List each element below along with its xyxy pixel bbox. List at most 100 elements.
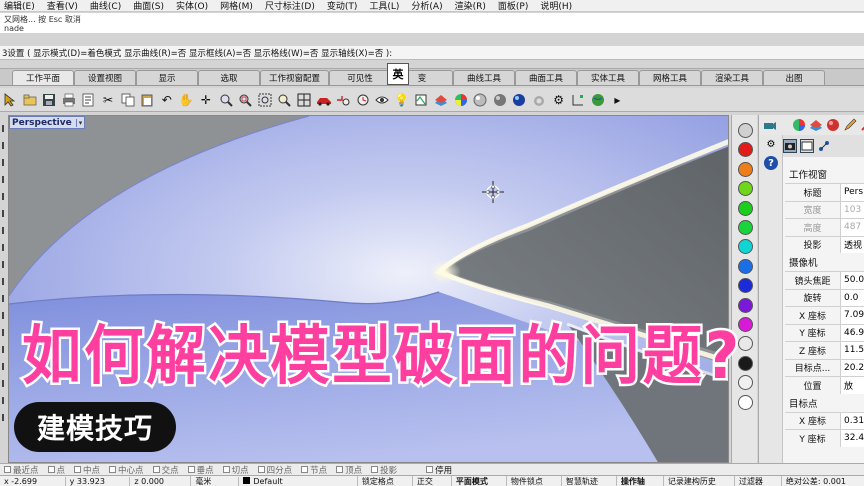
checkbox-icon[interactable]	[222, 466, 230, 473]
zoom-icon[interactable]	[217, 91, 235, 109]
osnap-option[interactable]: 中心点	[109, 464, 144, 475]
menu-item[interactable]: 编辑(E)	[4, 0, 35, 11]
menu-item[interactable]: 说明(H)	[540, 0, 572, 11]
help-icon[interactable]: ?	[764, 156, 778, 170]
zoom-extents-icon[interactable]	[256, 91, 274, 109]
dimension-icon[interactable]	[569, 91, 587, 109]
osnap-option[interactable]: 节点	[301, 464, 327, 475]
filter-toggle[interactable]: 过滤器	[733, 476, 767, 486]
rotate-view-icon[interactable]: ✛	[197, 91, 215, 109]
color-swatch[interactable]	[738, 181, 753, 197]
color-swatch[interactable]	[738, 142, 753, 158]
menu-item[interactable]: 查看(V)	[47, 0, 78, 11]
globe-icon[interactable]	[589, 91, 607, 109]
car-render-icon[interactable]	[315, 91, 333, 109]
osnap-option[interactable]: 交点	[152, 464, 179, 475]
color-swatch[interactable]	[738, 220, 753, 235]
menu-item[interactable]: 尺寸标注(D)	[265, 0, 315, 11]
menu-item[interactable]: 面板(P)	[498, 0, 528, 11]
checkbox-icon[interactable]	[426, 466, 434, 473]
property-value[interactable]: 32.4	[841, 430, 864, 447]
color-swatch[interactable]	[738, 278, 753, 294]
current-layer[interactable]: Default	[238, 476, 342, 486]
settings-gear-icon[interactable]: ⚙	[550, 91, 568, 109]
paste-icon[interactable]	[138, 91, 156, 109]
tab-0[interactable]: 工作平面	[12, 70, 74, 85]
checkbox-icon[interactable]	[257, 466, 265, 473]
menu-item[interactable]: 渲染(R)	[455, 0, 486, 11]
zoom-selected-icon[interactable]	[275, 91, 293, 109]
pencil-tab-icon[interactable]	[843, 118, 857, 132]
menu-item[interactable]: 网格(M)	[220, 0, 253, 11]
menu-item[interactable]: 变动(T)	[327, 0, 358, 11]
color-swatch[interactable]	[738, 123, 753, 138]
wireframe-icon[interactable]	[295, 91, 313, 109]
undo-icon[interactable]: ↶	[158, 91, 176, 109]
sphere-white-icon[interactable]	[471, 91, 489, 109]
osnap-toggle[interactable]: 物件锁点	[505, 476, 547, 486]
ortho-toggle[interactable]: 正交	[411, 476, 437, 486]
tab-9[interactable]: 实体工具	[577, 70, 640, 85]
checkbox-icon[interactable]	[152, 466, 160, 473]
property-value[interactable]: 20.2	[841, 359, 864, 376]
color-swatch[interactable]	[738, 161, 753, 177]
menu-item[interactable]: 实体(O)	[176, 0, 208, 11]
osnap-option[interactable]: 垂点	[187, 464, 214, 475]
tab-12[interactable]: 出图	[763, 70, 826, 85]
menu-item[interactable]: 工具(L)	[369, 0, 399, 11]
link-nodes-icon[interactable]	[817, 139, 831, 153]
property-value[interactable]: 46.9	[841, 324, 864, 341]
layer-icon[interactable]	[432, 91, 450, 109]
render-tab-icon[interactable]	[860, 118, 864, 132]
checkbox-icon[interactable]	[4, 466, 11, 473]
checkbox-icon[interactable]	[187, 466, 195, 473]
property-value[interactable]: 103	[841, 201, 864, 218]
lightbulb-icon[interactable]: 💡	[393, 91, 411, 109]
cut-icon[interactable]: ✂	[99, 91, 117, 109]
osnap-option[interactable]: 点	[47, 464, 65, 475]
tab-11[interactable]: 渲染工具	[701, 70, 764, 85]
sphere-blue-icon[interactable]	[510, 91, 528, 109]
copy-icon[interactable]	[119, 91, 137, 109]
gumball-toggle[interactable]: 操作轴	[615, 476, 649, 486]
osnap-option[interactable]: 停用	[426, 464, 452, 475]
tab-4[interactable]: 工作视窗配置	[260, 70, 330, 85]
menu-item[interactable]: 曲线(C)	[90, 0, 121, 11]
tab-7[interactable]: 曲线工具	[453, 70, 516, 85]
camera-hand-icon[interactable]	[763, 118, 777, 132]
toolbar-more-icon[interactable]: ▸	[608, 91, 626, 109]
property-value[interactable]: 11.5	[841, 342, 864, 359]
tab-5[interactable]: 可见性	[329, 70, 392, 85]
property-value[interactable]: 0.0	[841, 289, 864, 306]
menu-item[interactable]: 曲面(S)	[133, 0, 164, 11]
sphere-gray-icon[interactable]	[491, 91, 509, 109]
pan-hand-icon[interactable]: ✋	[177, 91, 195, 109]
save-icon[interactable]	[40, 91, 58, 109]
camera-icon[interactable]	[783, 139, 797, 153]
properties-icon[interactable]	[412, 91, 430, 109]
osnap-option[interactable]: 切点	[222, 464, 249, 475]
color-swatch[interactable]	[738, 258, 753, 274]
tab-8[interactable]: 曲面工具	[515, 70, 578, 85]
tab-2[interactable]: 显示	[136, 70, 198, 85]
color-wheel-tab-icon[interactable]	[792, 118, 806, 132]
gear-icon[interactable]: ⚙	[764, 137, 778, 151]
checkbox-icon[interactable]	[109, 466, 117, 473]
tab-10[interactable]: 网格工具	[639, 70, 702, 85]
zoom-window-icon[interactable]	[236, 91, 254, 109]
hide-icon[interactable]	[373, 91, 391, 109]
checkbox-icon[interactable]	[371, 466, 379, 473]
command-line[interactable]: 3设置 ( 显示模式(D)=着色模式 显示曲线(R)=否 显示框线(A)=否 显…	[0, 46, 864, 60]
smarttrack-toggle[interactable]: 智慧轨迹	[560, 476, 602, 486]
property-value[interactable]: 放	[841, 377, 864, 394]
checkbox-icon[interactable]	[301, 466, 309, 473]
checkbox-icon[interactable]	[47, 466, 55, 473]
tab-1[interactable]: 设置视图	[74, 70, 136, 85]
tab-3[interactable]: 选取	[198, 70, 260, 85]
select-all-icon[interactable]	[334, 91, 352, 109]
osnap-option[interactable]: 四分点	[257, 464, 292, 475]
color-wheel-icon[interactable]	[452, 91, 470, 109]
osnap-option[interactable]: 顶点	[336, 464, 362, 475]
property-value[interactable]: 透视	[841, 236, 864, 253]
checkbox-icon[interactable]	[336, 466, 344, 473]
